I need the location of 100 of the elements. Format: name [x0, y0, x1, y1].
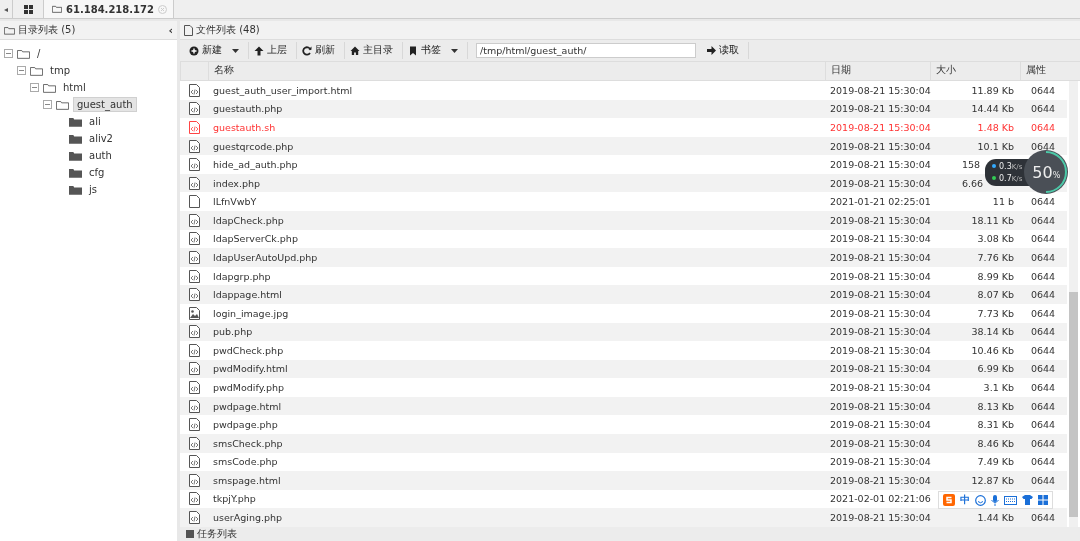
- file-date: 2019-08-21 15:30:04: [830, 344, 931, 356]
- folder-label[interactable]: html: [60, 81, 89, 94]
- file-date: 2019-08-21 15:30:04: [830, 251, 931, 263]
- folder-icon: [4, 25, 15, 35]
- caret-icon: [232, 48, 239, 53]
- file-date: 2019-08-21 15:30:04: [830, 121, 931, 133]
- path-field[interactable]: /tmp/html/guest_auth/: [476, 43, 696, 58]
- code-file-icon: [188, 381, 200, 394]
- toolbar-button[interactable]: 上层: [249, 42, 297, 59]
- collapse-icon[interactable]: [4, 49, 13, 58]
- file-size: 18.11 Kb: [971, 214, 1014, 226]
- input-mode[interactable]: 中: [960, 493, 970, 507]
- keyboard-icon[interactable]: [1004, 495, 1017, 505]
- folder-label[interactable]: ali: [86, 115, 104, 128]
- file-name[interactable]: tkpjY.php: [213, 493, 256, 505]
- file-name[interactable]: ldapUserAutoUpd.php: [213, 251, 318, 263]
- file-name[interactable]: guestauth.php: [213, 103, 283, 115]
- code-file-icon: [188, 288, 200, 302]
- toolbar-button[interactable]: 刷新: [297, 42, 345, 59]
- file-name[interactable]: guestqrcode.php: [213, 140, 294, 152]
- file-name[interactable]: login_image.jpg: [213, 307, 289, 319]
- file-name[interactable]: guestauth.sh: [213, 121, 276, 133]
- folder-label[interactable]: cfg: [86, 166, 108, 179]
- shirt-icon[interactable]: [1022, 495, 1033, 505]
- column-header[interactable]: 日期: [825, 62, 930, 80]
- file-name[interactable]: hide_ad_auth.php: [213, 159, 298, 171]
- file-date: 2019-08-21 15:30:04: [830, 512, 931, 524]
- file-size: 8.07 Kb: [977, 289, 1014, 301]
- file-size: 12.87 Kb: [971, 474, 1014, 486]
- folder-label[interactable]: /: [34, 47, 44, 60]
- toolbar-button[interactable]: 书签: [403, 42, 468, 59]
- file-size: 6.66: [962, 177, 984, 189]
- code-file-icon: [188, 269, 200, 283]
- file-name[interactable]: ldapServerCk.php: [213, 233, 298, 245]
- folder-label[interactable]: guest_auth: [73, 97, 137, 112]
- scrollbar[interactable]: [1069, 81, 1078, 527]
- folder-label[interactable]: auth: [86, 149, 115, 162]
- file-size: 11 b: [992, 196, 1014, 208]
- file-date: 2019-08-21 15:30:04: [830, 103, 931, 115]
- file-name[interactable]: index.php: [213, 177, 261, 189]
- file-name[interactable]: lLfnVwbY: [213, 196, 257, 208]
- smiley-icon[interactable]: [975, 494, 986, 506]
- file-name[interactable]: guest_auth_user_import.html: [213, 84, 353, 96]
- file-name[interactable]: smspage.html: [213, 474, 281, 486]
- file-size: 8.46 Kb: [977, 437, 1014, 449]
- file-size: 38.14 Kb: [971, 326, 1014, 338]
- input-method-bar[interactable]: 中: [938, 491, 1053, 509]
- connection-tab[interactable]: 61.184.218.172: [44, 0, 174, 18]
- file-name[interactable]: pwdCheck.php: [213, 344, 284, 356]
- file-icon: [188, 195, 200, 209]
- file-icon: [184, 24, 193, 36]
- file-date: 2019-08-21 15:30:04: [830, 159, 931, 171]
- file-permission: 0644: [1030, 84, 1056, 96]
- file-name[interactable]: smsCheck.php: [213, 437, 283, 449]
- file-name[interactable]: smsCode.php: [213, 456, 278, 468]
- file-name[interactable]: ldappage.html: [213, 289, 282, 301]
- file-name[interactable]: pub.php: [213, 326, 253, 338]
- code-file-icon: [188, 176, 200, 190]
- collapse-icon[interactable]: [17, 66, 26, 75]
- code-file-icon: [188, 511, 200, 525]
- file-size: 1.44 Kb: [977, 512, 1014, 524]
- code-file-icon: [188, 455, 200, 469]
- file-name[interactable]: pwdModify.php: [213, 382, 285, 393]
- folder-label[interactable]: tmp: [47, 64, 73, 77]
- file-permission: 0644: [1030, 456, 1056, 468]
- collapse-arrow[interactable]: ‹: [168, 23, 173, 37]
- code-file-icon: [188, 325, 200, 339]
- toolbar-button[interactable]: 主目录: [345, 42, 403, 59]
- folder-label[interactable]: aliv2: [86, 132, 116, 145]
- file-name[interactable]: pwdpage.html: [213, 400, 282, 412]
- grid-icon[interactable]: [23, 4, 33, 14]
- microphone-icon[interactable]: [991, 494, 999, 506]
- file-name[interactable]: pwdModify.html: [213, 363, 288, 375]
- column-header[interactable]: 属性: [1020, 62, 1066, 80]
- file-permission: 0644: [1030, 270, 1056, 282]
- file-name[interactable]: ldapgrp.php: [213, 270, 271, 282]
- file-size: 11.89 Kb: [971, 84, 1014, 96]
- collapse-icon[interactable]: [43, 100, 52, 109]
- file-date: 2019-08-21 15:30:04: [830, 84, 931, 96]
- file-permission: 0644: [1030, 121, 1056, 133]
- toolbar-button[interactable]: 新建: [184, 42, 249, 59]
- read-button[interactable]: 读取: [702, 42, 749, 59]
- upload-icon: [992, 164, 996, 168]
- file-permission: 0644: [1030, 400, 1056, 412]
- panel-title: 文件列表 (48): [196, 23, 261, 37]
- file-name[interactable]: ldapCheck.php: [213, 214, 284, 226]
- column-header[interactable]: 大小: [930, 62, 1020, 80]
- collapse-icon[interactable]: [30, 83, 39, 92]
- caret-icon: [451, 48, 458, 53]
- file-name[interactable]: userAging.php: [213, 512, 283, 524]
- file-permission: 0644: [1030, 382, 1056, 393]
- file-permission: 0644: [1030, 251, 1056, 263]
- column-header[interactable]: 名称: [208, 62, 825, 80]
- file-date: 2019-08-21 15:30:04: [830, 456, 931, 468]
- file-date: 2019-08-21 15:30:04: [830, 233, 931, 245]
- file-size: 7.73 Kb: [977, 307, 1014, 319]
- folder-label[interactable]: js: [86, 183, 100, 196]
- file-name[interactable]: pwdpage.php: [213, 419, 278, 431]
- file-date: 2019-08-21 15:30:04: [830, 474, 931, 486]
- file-permission: 0644: [1030, 344, 1056, 356]
